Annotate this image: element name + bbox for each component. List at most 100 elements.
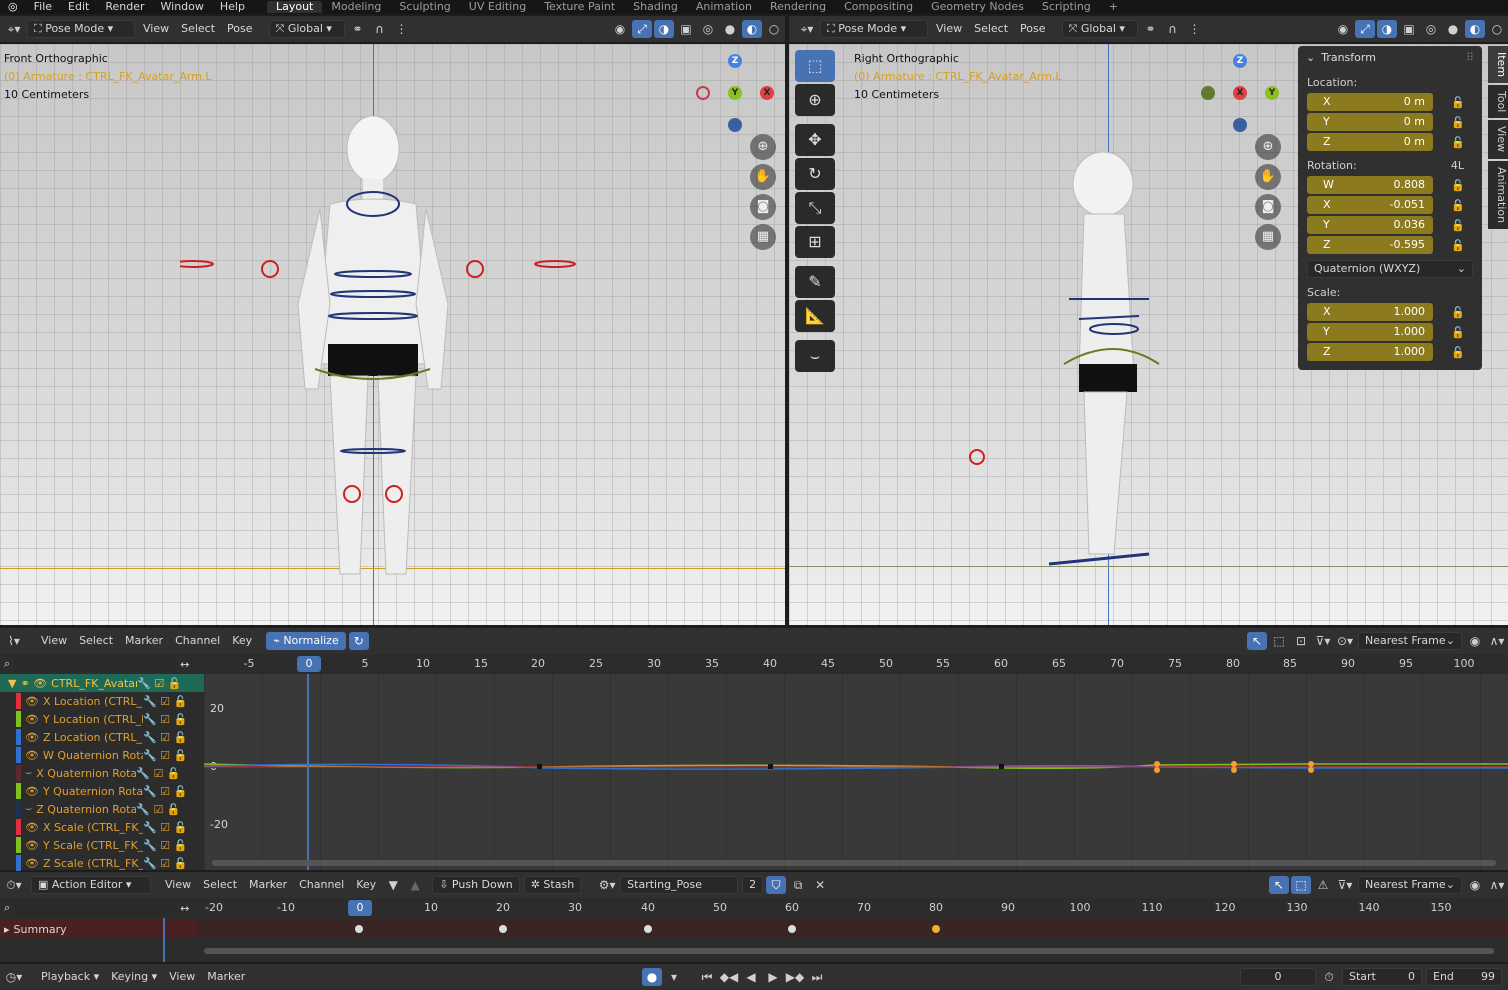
current-frame-indicator[interactable]: 0: [348, 900, 372, 916]
gizmo-icon[interactable]: ⤢: [632, 20, 652, 38]
normalize-toggle[interactable]: ⌁ Normalize: [266, 632, 346, 650]
hidden-icon[interactable]: ⌣: [25, 766, 32, 780]
frame-ruler[interactable]: -20 -10 0 10 20 30 40 50 60 70 80 90 100…: [196, 898, 1508, 918]
menu-view[interactable]: View: [159, 876, 197, 894]
stash-button[interactable]: ✲ Stash: [523, 876, 582, 894]
modifier-icon[interactable]: 🔧 ☑ 🔓: [143, 839, 187, 852]
lock-icon[interactable]: 🔓: [1451, 306, 1465, 319]
rotation-w-field[interactable]: W 0.808: [1307, 176, 1433, 194]
visibility-icon[interactable]: 👁: [25, 857, 39, 870]
tab-uv-editing[interactable]: UV Editing: [460, 1, 535, 13]
channel-row[interactable]: 👁 X Location (CTRL_FI 🔧 ☑ 🔓: [0, 692, 204, 710]
pivot-point-icon[interactable]: ⊙▾: [1335, 632, 1355, 650]
horizontal-scrollbar[interactable]: [212, 860, 1496, 866]
end-frame-field[interactable]: End 99: [1426, 968, 1502, 986]
hand-pan-icon[interactable]: ✋: [1255, 164, 1281, 190]
action-search-input[interactable]: [14, 900, 175, 916]
collapse-icon[interactable]: ⌄: [1306, 51, 1315, 64]
cursor-tool-icon[interactable]: ⊕: [795, 84, 835, 116]
gizmo-x-axis[interactable]: X: [1233, 86, 1247, 100]
tab-sculpting[interactable]: Sculpting: [390, 1, 459, 13]
menu-window[interactable]: Window: [153, 1, 212, 13]
channel-row[interactable]: 👁 X Scale (CTRL_FK_A 🔧 ☑ 🔓: [0, 818, 204, 836]
menu-view[interactable]: View: [930, 20, 968, 38]
annotate-tool-icon[interactable]: ✎: [795, 266, 835, 298]
menu-view[interactable]: View: [163, 968, 201, 986]
gizmo-z-axis[interactable]: Z: [1233, 54, 1247, 68]
swap-icon[interactable]: ↔: [180, 902, 189, 915]
menu-view[interactable]: View: [35, 632, 73, 650]
tab-tool[interactable]: Tool: [1488, 85, 1508, 119]
modifier-icon[interactable]: 🔧 ☑ 🔓: [143, 821, 187, 834]
editor-mode-dropdown[interactable]: ▣ Action Editor ▾: [31, 876, 151, 894]
measure-tool-icon[interactable]: 📐: [795, 300, 835, 332]
location-z-field[interactable]: Z 0 m: [1307, 133, 1433, 151]
snap-icon[interactable]: ∩: [370, 20, 390, 38]
dopesheet-type-icon[interactable]: ⏱▾: [4, 876, 24, 894]
camera-icon[interactable]: ◙: [1255, 194, 1281, 220]
channel-row[interactable]: 👁 Y Quaternion Rotati 🔧 ☑ 🔓: [0, 782, 204, 800]
visibility-icon[interactable]: ◉: [610, 20, 630, 38]
drag-handle-icon[interactable]: ⠿: [1466, 51, 1474, 64]
menu-file[interactable]: File: [26, 1, 60, 13]
swap-icon[interactable]: ↔: [180, 658, 189, 671]
lock-icon[interactable]: 🔓: [1451, 239, 1465, 252]
tab-rendering[interactable]: Rendering: [761, 1, 835, 13]
menu-select[interactable]: Select: [197, 876, 243, 894]
menu-pose[interactable]: Pose: [221, 20, 258, 38]
visibility-icon[interactable]: 👁: [25, 821, 39, 834]
solid-shading-icon[interactable]: ●: [1443, 20, 1463, 38]
mode-dropdown[interactable]: ⛶ Pose Mode ▾: [27, 20, 135, 38]
orientation-dropdown[interactable]: ⤧ Global ▾: [268, 20, 345, 38]
lock-icon[interactable]: 🔓: [1451, 219, 1465, 232]
front-viewport[interactable]: Front Orthographic (0) Armature : CTRL_F…: [0, 44, 785, 625]
timeline-type-icon[interactable]: ◷▾: [4, 968, 24, 986]
auto-key-icon[interactable]: ●: [642, 968, 662, 986]
falloff-icon[interactable]: ∧▾: [1487, 632, 1507, 650]
menu-marker[interactable]: Marker: [201, 968, 251, 986]
rotate-tool-icon[interactable]: ↻: [795, 158, 835, 190]
blender-logo-icon[interactable]: ◎: [0, 1, 26, 13]
tab-modeling[interactable]: Modeling: [322, 1, 390, 13]
orientation-dropdown[interactable]: ⤧ Global ▾: [1061, 20, 1138, 38]
tab-animation-side[interactable]: Animation: [1488, 160, 1508, 229]
gizmo-x-axis[interactable]: X: [760, 86, 774, 100]
rendered-shading-icon[interactable]: ○: [764, 20, 784, 38]
menu-view[interactable]: View: [137, 20, 175, 38]
tab-item[interactable]: Item: [1488, 46, 1508, 84]
lock-icon[interactable]: 🔓: [1451, 179, 1465, 192]
scale-y-field[interactable]: Y 1.000: [1307, 323, 1433, 341]
zoom-icon[interactable]: ⊕: [750, 134, 776, 160]
camera-icon[interactable]: ◙: [750, 194, 776, 220]
show-hidden-icon[interactable]: ⬚: [1269, 632, 1289, 650]
visibility-icon[interactable]: 👁: [25, 749, 39, 762]
material-shading-icon[interactable]: ◐: [1465, 20, 1485, 38]
push-down-button[interactable]: ⇩ Push Down: [432, 876, 520, 894]
hidden-icon[interactable]: ⌣: [25, 802, 32, 816]
gizmo-neg-z-axis[interactable]: [728, 118, 742, 132]
solid-shading-icon[interactable]: ●: [720, 20, 740, 38]
playhead-line[interactable]: [307, 674, 309, 870]
channel-row[interactable]: 👁 W Quaternion Rotat 🔧 ☑ 🔓: [0, 746, 204, 764]
snap-dropdown[interactable]: Nearest Frame ⌄: [1358, 876, 1462, 894]
menu-marker[interactable]: Marker: [119, 632, 169, 650]
action-name-field[interactable]: Starting_Pose: [620, 876, 739, 894]
visibility-icon[interactable]: ⚭ 👁: [20, 677, 47, 690]
menu-key[interactable]: Key: [226, 632, 258, 650]
action-users-count[interactable]: 2: [742, 876, 764, 894]
add-workspace-icon[interactable]: +: [1100, 1, 1127, 13]
stopwatch-icon[interactable]: ⏱: [1319, 968, 1339, 986]
frame-ruler[interactable]: -5 0 5 10 15 20 25 30 35 40 45 50 55 60 …: [204, 654, 1508, 674]
filter-icon[interactable]: ⊽▾: [1335, 876, 1355, 894]
gizmo-icon[interactable]: ⤢: [1355, 20, 1375, 38]
editor-type-icon[interactable]: ⌖▾: [797, 20, 817, 38]
layer-up-icon[interactable]: ▲: [405, 876, 425, 894]
modifier-icon[interactable]: 🔧 ☑ 🔓: [143, 695, 187, 708]
menu-pose[interactable]: Pose: [1014, 20, 1051, 38]
tab-shading[interactable]: Shading: [624, 1, 687, 13]
proportional-icon[interactable]: ⋮: [1185, 20, 1205, 38]
keying-options-icon[interactable]: ▾: [664, 968, 684, 986]
only-errors-icon[interactable]: ⊡: [1291, 632, 1311, 650]
play-reverse-icon[interactable]: ◀: [741, 968, 761, 986]
lock-icon[interactable]: 🔓: [1451, 346, 1465, 359]
